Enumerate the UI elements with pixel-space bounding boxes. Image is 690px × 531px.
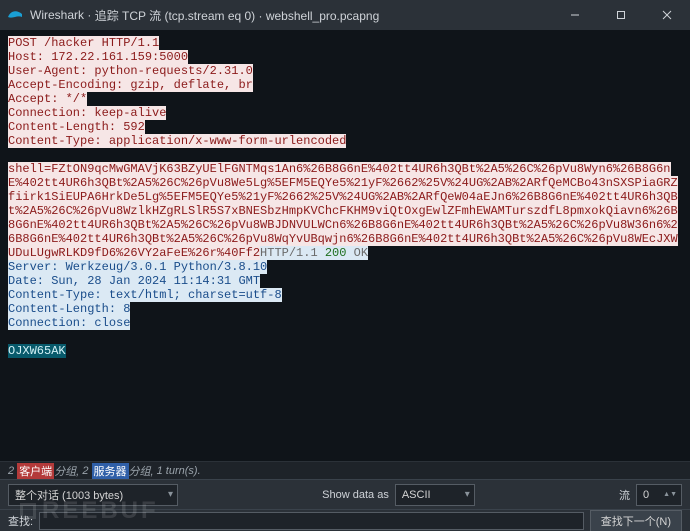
app-name: Wireshark — [30, 8, 84, 22]
chevron-down-icon: ▾ — [168, 489, 173, 500]
find-label: 查找: — [8, 513, 33, 529]
request-header: Content-Length: 592 — [8, 120, 145, 134]
response-header: Server: Werkzeug/3.0.1 Python/3.8.10 — [8, 260, 267, 274]
request-header: Host: 172.22.161.159:5000 — [8, 50, 188, 64]
response-body: OJXW65AK — [8, 344, 66, 358]
packet-summary: 2 客户端分组, 2 服务器分组, 1 turn(s). — [0, 461, 690, 479]
response-header: Content-Type: text/html; charset=utf-8 — [8, 288, 282, 302]
request-line: POST /hacker HTTP/1.1 — [8, 36, 159, 50]
response-header: Connection: close — [8, 316, 130, 330]
show-as-select[interactable]: ASCII ▾ — [395, 484, 475, 506]
find-input[interactable] — [39, 512, 584, 530]
client-pkts-label: 客户端 — [17, 463, 54, 479]
response-header: Date: Sun, 28 Jan 2024 11:14:31 GMT — [8, 274, 260, 288]
response-header: Content-Length: 8 — [8, 302, 130, 316]
window-title: 追踪 TCP 流 (tcp.stream eq 0) · webshell_pr… — [95, 7, 380, 24]
find-bar: 查找: 查找下一个(N) — [0, 509, 690, 531]
stream-spinbox[interactable]: 0 ▲▼ — [636, 484, 682, 506]
titlebar: Wireshark · 追踪 TCP 流 (tcp.stream eq 0) ·… — [0, 0, 690, 30]
request-body-and-status: shell=FZtON9qcMwGMAVjK63BZyUElFGNTMqs1An… — [8, 162, 682, 260]
stream-toolbar: 整个对话 (1003 bytes) ▾ Show data as ASCII ▾… — [0, 479, 690, 509]
title-separator: · — [84, 8, 95, 22]
close-button[interactable] — [644, 0, 690, 30]
request-header: Content-Type: application/x-www-form-url… — [8, 134, 346, 148]
app-icon — [6, 6, 24, 24]
request-header: Accept: */* — [8, 92, 87, 106]
conversation-select[interactable]: 整个对话 (1003 bytes) ▾ — [8, 484, 178, 506]
minimize-button[interactable] — [552, 0, 598, 30]
tcp-stream-content[interactable]: POST /hacker HTTP/1.1 Host: 172.22.161.1… — [0, 30, 690, 461]
spin-arrows-icon: ▲▼ — [663, 492, 677, 497]
request-header: User-Agent: python-requests/2.31.0 — [8, 64, 253, 78]
show-as-label: Show data as — [322, 489, 389, 501]
chevron-down-icon: ▾ — [465, 489, 470, 500]
maximize-button[interactable] — [598, 0, 644, 30]
server-pkts-label: 服务器 — [92, 463, 129, 479]
request-header: Connection: keep-alive — [8, 106, 166, 120]
request-header: Accept-Encoding: gzip, deflate, br — [8, 78, 253, 92]
find-next-button[interactable]: 查找下一个(N) — [590, 510, 682, 531]
stream-label: 流 — [619, 487, 630, 503]
